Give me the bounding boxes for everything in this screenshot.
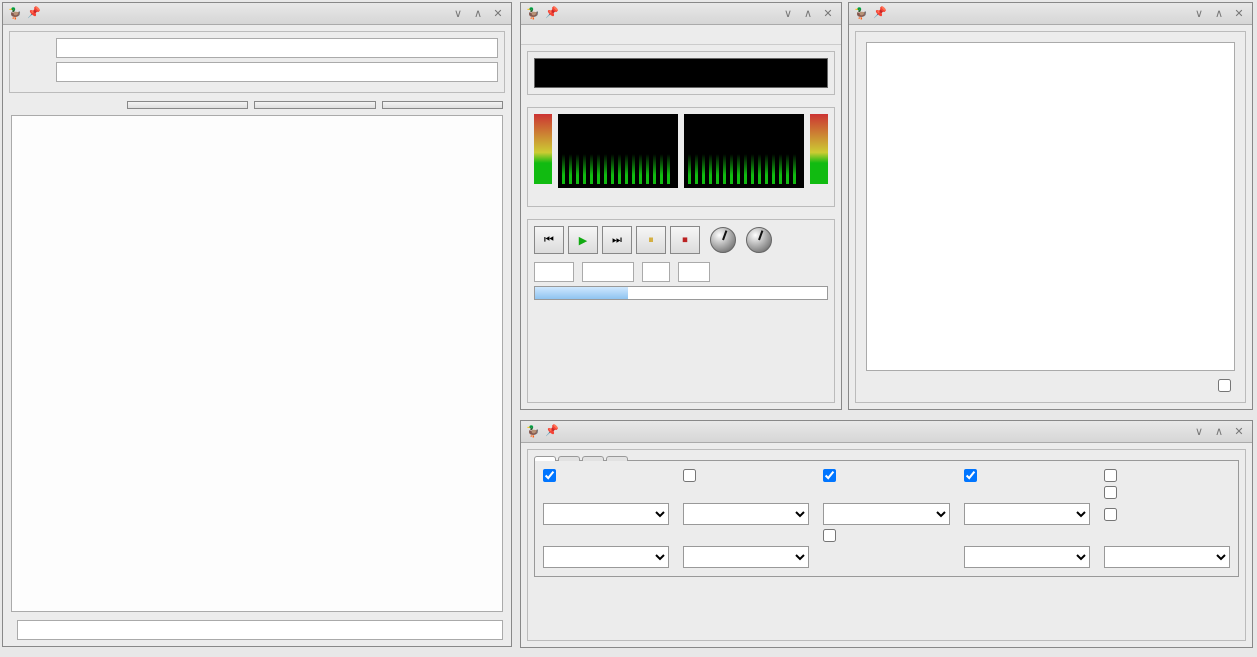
minimize-icon[interactable]: ∨ [449,6,467,22]
vumeter-right [810,114,828,184]
chk-bypass[interactable] [823,529,949,542]
vumeter-left [534,114,552,184]
playlist-titlebar[interactable]: 🦆 📌 ∨ ∧ ✕ [849,3,1252,25]
sel-dith[interactable] [683,546,809,568]
close-icon[interactable]: ✕ [1230,424,1248,440]
sel-chan[interactable] [683,503,809,525]
tracker-field[interactable] [17,620,503,640]
minimize-icon[interactable]: ∨ [779,6,797,22]
balance-knob[interactable] [746,227,772,253]
fileprops-window: 🦆 📌 ∨ ∧ ✕ [2,2,512,647]
maximize-icon[interactable]: ∧ [1210,424,1228,440]
fileprops-titlebar[interactable]: 🦆 📌 ∨ ∧ ✕ [3,3,511,25]
player-window: 🦆 📌 ∨ ∧ ✕ ⏮ ▶ ⏭ [520,2,842,410]
file-field[interactable] [56,38,498,58]
kbs-value [582,262,634,282]
tabpanel-modfile [534,460,1239,577]
chk-loop[interactable] [1104,508,1230,521]
app-icon: 🦆 [525,6,541,22]
volume-knob[interactable] [710,227,736,253]
progress-bar[interactable] [534,286,828,300]
player-menubar [521,25,841,45]
spectrum-left [558,114,678,188]
pin-icon[interactable]: 📌 [873,6,889,22]
playerdata-group [527,107,835,207]
sel-shap[interactable] [543,546,669,568]
maximize-icon[interactable]: ∧ [1210,6,1228,22]
pin-icon[interactable]: 📌 [545,424,561,440]
instruments-button[interactable] [382,101,503,109]
chk-widestereo[interactable] [543,469,669,482]
pause-button[interactable]: ⏸ [636,226,666,254]
tab-sidfile[interactable] [582,456,604,461]
sel-nna[interactable] [964,546,1090,568]
song-message-text[interactable] [11,115,503,612]
sel-interp[interactable] [1104,546,1230,568]
spectrum-right [684,114,804,188]
time-value [534,262,574,282]
tab-midifile[interactable] [558,456,580,461]
close-icon[interactable]: ✕ [489,6,507,22]
play-button[interactable]: ▶ [568,226,598,254]
minimize-icon[interactable]: ∨ [1190,424,1208,440]
chn-value [678,262,710,282]
app-icon: 🦆 [853,6,869,22]
name-field[interactable] [56,62,498,82]
sel-res[interactable] [823,503,949,525]
khz-value [642,262,670,282]
led-title [534,58,828,88]
name-group [527,51,835,95]
chk-bass[interactable] [823,469,949,482]
config-window: 🦆 📌 ∨ ∧ ✕ [520,420,1253,648]
multimedia-info-group [9,31,505,93]
close-icon[interactable]: ✕ [819,6,837,22]
player-titlebar[interactable]: 🦆 📌 ∨ ∧ ✕ [521,3,841,25]
minimize-icon[interactable]: ∨ [1190,6,1208,22]
prev-button[interactable]: ⏮ [534,226,564,254]
sel-buf[interactable] [964,503,1090,525]
stop-button[interactable]: ⏹ [670,226,700,254]
chk-fade[interactable] [1104,469,1230,482]
sel-freq[interactable] [543,503,669,525]
tab-opl3file[interactable] [606,456,628,461]
next-button[interactable]: ⏭ [602,226,632,254]
playlist-window: 🦆 📌 ∨ ∧ ✕ [848,2,1253,410]
chk-ignore[interactable] [1104,486,1230,499]
control-group: ⏮ ▶ ⏭ ⏸ ⏹ [527,219,835,403]
chk-noise[interactable] [683,469,809,482]
playlist-list[interactable] [866,42,1235,371]
sample-button[interactable] [254,101,375,109]
repeat-checkbox[interactable] [866,379,1235,392]
tab-modfile[interactable] [534,456,556,461]
chk-dc[interactable] [964,469,1090,482]
mixer-control-group [527,449,1246,641]
app-icon: 🦆 [7,6,23,22]
maximize-icon[interactable]: ∧ [799,6,817,22]
pattern-button[interactable] [127,101,248,109]
playlist-group [855,31,1246,403]
app-icon: 🦆 [525,424,541,440]
config-titlebar[interactable]: 🦆 📌 ∨ ∧ ✕ [521,421,1252,443]
close-icon[interactable]: ✕ [1230,6,1248,22]
maximize-icon[interactable]: ∧ [469,6,487,22]
pin-icon[interactable]: 📌 [27,6,43,22]
pin-icon[interactable]: 📌 [545,6,561,22]
